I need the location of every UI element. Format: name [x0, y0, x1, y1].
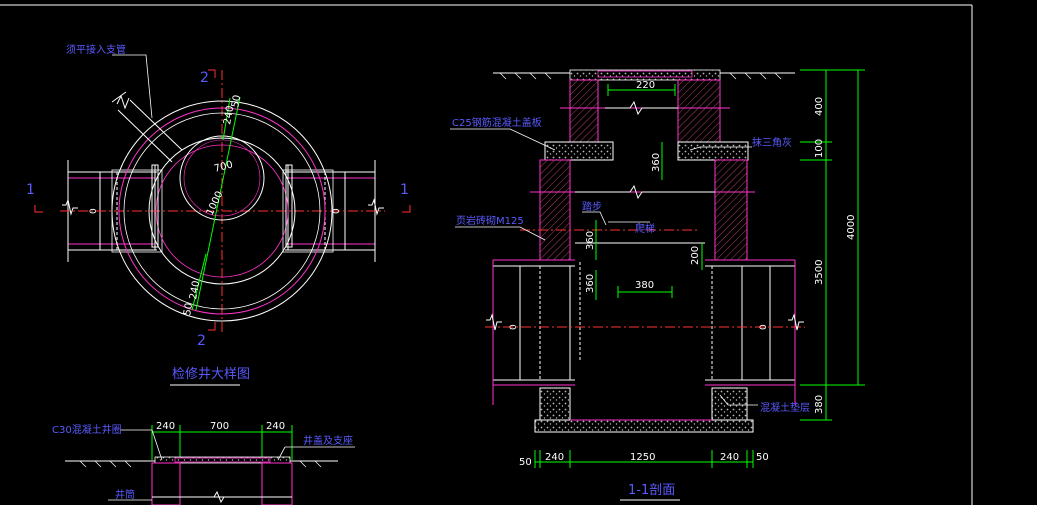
s1-break-right [788, 313, 804, 331]
plan-view: 须平接入支管 1 1 2 2 240 50 700 1000 240 50 0 … [26, 43, 411, 386]
s2-dim-240-right: 240 [266, 421, 285, 432]
plan-pipe-right-mark: 0 [332, 208, 342, 214]
plan-section-mark-top: 2 [200, 70, 209, 86]
s1-dim-400: 400 [814, 97, 825, 116]
s1-cover-slab-right [677, 141, 749, 161]
s2-label-cover: 井盖及支座 [303, 434, 353, 447]
plan-pipe-label: 须平接入支管 [66, 43, 126, 56]
plan-break-left [62, 198, 78, 216]
s1-outer-dims [800, 69, 865, 421]
s1-label-ladder: 爬梯 [635, 222, 655, 235]
s1-base-slab [534, 419, 754, 433]
s1-dim-360-a: 360 [651, 153, 662, 172]
plan-dim-50-top: 50 [230, 94, 243, 108]
s1-dim-100: 100 [814, 139, 825, 158]
s1-dim-4000: 4000 [846, 215, 857, 240]
s1-dim-240-left: 240 [545, 452, 564, 463]
plan-dim-50-bottom: 50 [182, 302, 195, 316]
s1-pipe-left-mark: 0 [509, 324, 519, 330]
s2-label-wall: 井筒 [115, 488, 135, 501]
s2-dim-240-left: 240 [156, 421, 175, 432]
s1-dim-380-inner: 380 [635, 280, 654, 291]
s1-dim-240-right: 240 [720, 452, 739, 463]
section-2-view: 240 700 240 C30混凝土井圈 井盖及支座 井筒 [52, 421, 355, 505]
s1-dim-220: 220 [636, 80, 655, 91]
s1-title: 1-1剖面 [628, 483, 675, 498]
plan-title: 检修井大样图 [172, 367, 250, 382]
s1-base-left [539, 387, 571, 421]
plan-break-right [368, 198, 384, 216]
plan-branch-leader [112, 54, 153, 119]
s1-break-left [486, 313, 502, 331]
s1-dim-380-right: 380 [814, 395, 825, 414]
plan-dim-700: 700 [213, 159, 234, 175]
s2-dim-700: 700 [210, 421, 229, 432]
s1-break-mid [575, 184, 715, 200]
plan-dim-240-bottom: 240 [188, 280, 202, 301]
s1-base-right [711, 387, 748, 421]
s1-label-brick: 页岩砖砌M125 [456, 214, 524, 227]
cad-drawing-canvas: 须平接入支管 1 1 2 2 240 50 700 1000 240 50 0 … [0, 4, 973, 505]
s1-wall-right [714, 159, 748, 261]
s1-cover-slab-left [544, 141, 614, 161]
s1-label-base: 混凝土垫层 [760, 401, 810, 414]
s1-dim-360-c: 360 [585, 274, 596, 293]
s1-dim-50-right: 50 [756, 452, 769, 463]
s1-dim-1250: 1250 [630, 452, 655, 463]
plan-section-mark-right: 1 [400, 182, 409, 198]
s2-label-c30: C30混凝土井圈 [52, 423, 122, 436]
s1-dim-50-left: 50 [519, 457, 532, 468]
s1-upper-wall-right [677, 79, 721, 143]
s1-label-step: 踏步 [582, 200, 602, 213]
plan-section-mark-bottom: 2 [197, 333, 206, 349]
s1-label-c25: C25钢筋混凝土盖板 [452, 116, 542, 129]
s1-label-mortar: 抹三角灰 [752, 136, 792, 149]
s1-dim-200: 200 [690, 246, 701, 265]
s1-wall-left [539, 159, 571, 261]
s1-break-top [605, 100, 678, 116]
plan-section-mark-left: 1 [26, 182, 35, 198]
s1-upper-wall-left [569, 79, 599, 143]
section-1-view: 220 360 360 360 380 200 400 100 3500 400… [450, 69, 865, 501]
s1-pipe-right-mark: 0 [759, 324, 769, 330]
s1-dim-3500: 3500 [814, 260, 825, 285]
plan-pipe-left-mark: 0 [89, 208, 99, 214]
s1-pipe [492, 242, 796, 405]
s1-dim-360-b: 360 [585, 231, 596, 250]
